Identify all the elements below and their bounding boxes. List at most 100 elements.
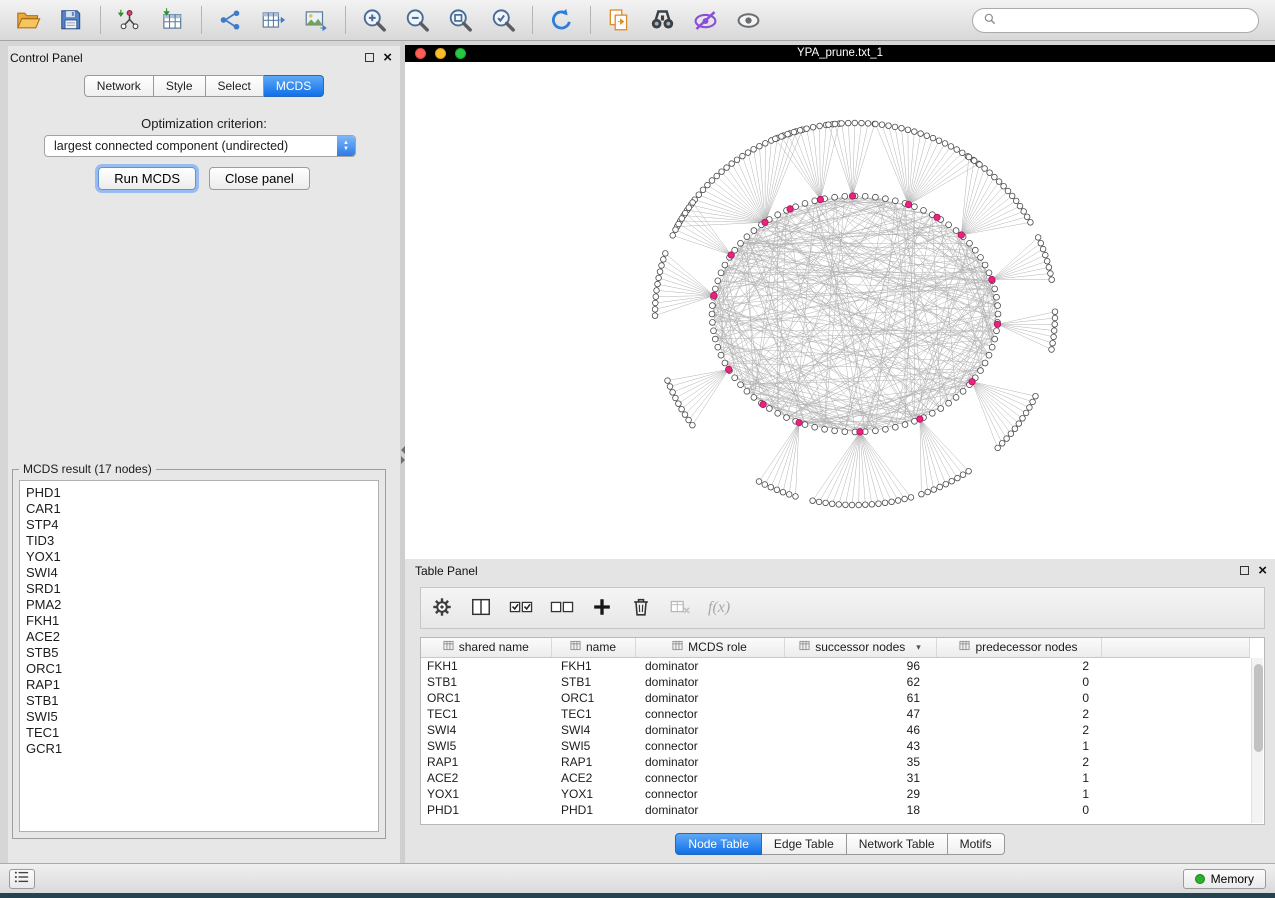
toolbar-separator xyxy=(590,6,591,34)
column-header-name[interactable]: name xyxy=(551,638,635,657)
tab-mcds[interactable]: MCDS xyxy=(264,75,324,97)
column-header-mcds-role[interactable]: MCDS role xyxy=(635,638,784,657)
close-panel-icon[interactable]: × xyxy=(383,49,392,66)
maximize-window-icon[interactable] xyxy=(455,48,466,59)
search-input[interactable] xyxy=(1003,13,1248,27)
tab-motifs[interactable]: Motifs xyxy=(948,833,1005,855)
mcds-result-item[interactable]: SWI5 xyxy=(20,709,378,725)
network-canvas[interactable] xyxy=(405,62,1275,559)
collapse-right-icon[interactable] xyxy=(401,456,405,464)
save-session-button[interactable] xyxy=(53,2,89,38)
zoom-in-button[interactable] xyxy=(356,2,392,38)
tab-network[interactable]: Network xyxy=(84,75,154,97)
mcds-result-item[interactable]: PHD1 xyxy=(20,485,378,501)
mcds-result-item[interactable]: STB1 xyxy=(20,693,378,709)
mcds-result-item[interactable]: GCR1 xyxy=(20,741,378,757)
table-row[interactable]: ORC1ORC1dominator610 xyxy=(421,690,1250,706)
zoom-fit-button[interactable] xyxy=(442,2,478,38)
column-header-successor-nodes[interactable]: successor nodes▾ xyxy=(784,638,936,657)
minimize-window-icon[interactable] xyxy=(435,48,446,59)
close-window-icon[interactable] xyxy=(415,48,426,59)
mcds-result-item[interactable]: ORC1 xyxy=(20,661,378,677)
run-mcds-button[interactable]: Run MCDS xyxy=(98,167,196,190)
import-network-button[interactable] xyxy=(111,2,147,38)
network-graph[interactable] xyxy=(405,62,1275,559)
add-column-button[interactable] xyxy=(591,596,613,621)
export-network-button[interactable] xyxy=(212,2,248,38)
mcds-result-item[interactable]: STB5 xyxy=(20,645,378,661)
table-row[interactable]: FKH1FKH1dominator962 xyxy=(421,657,1250,674)
column-header-shared-name[interactable]: shared name xyxy=(421,638,551,657)
menu-button[interactable] xyxy=(9,869,35,889)
sort-indicator-icon[interactable]: ▾ xyxy=(916,642,921,653)
collapse-left-icon[interactable] xyxy=(401,446,405,454)
select-all-button[interactable] xyxy=(509,596,533,621)
mcds-result-item[interactable]: RAP1 xyxy=(20,677,378,693)
tab-network-table[interactable]: Network Table xyxy=(847,833,948,855)
mcds-result-title: MCDS result (17 nodes) xyxy=(19,462,156,476)
table-row[interactable]: ACE2ACE2connector311 xyxy=(421,770,1250,786)
show-columns-button[interactable] xyxy=(470,596,492,621)
find-button[interactable] xyxy=(644,2,680,38)
table-cell: 0 xyxy=(936,690,1101,706)
table-row[interactable]: STB1STB1dominator620 xyxy=(421,674,1250,690)
memory-button[interactable]: Memory xyxy=(1183,869,1266,889)
table-cell-filler xyxy=(1101,786,1250,802)
table-cell-filler xyxy=(1101,802,1250,818)
mcds-result-item[interactable]: CAR1 xyxy=(20,501,378,517)
refresh-button[interactable] xyxy=(543,2,579,38)
table-row[interactable]: TEC1TEC1connector472 xyxy=(421,706,1250,722)
table-cell: 1 xyxy=(936,738,1101,754)
zoom-out-button[interactable] xyxy=(399,2,435,38)
mcds-result-list[interactable]: PHD1CAR1STP4TID3YOX1SWI4SRD1PMA2FKH1ACE2… xyxy=(19,480,379,832)
table-cell-filler xyxy=(1101,657,1250,674)
table-cell: YOX1 xyxy=(551,786,635,802)
close-panel-button[interactable]: Close panel xyxy=(209,167,310,190)
table-row[interactable]: SWI4SWI4dominator462 xyxy=(421,722,1250,738)
mcds-result-item[interactable]: TID3 xyxy=(20,533,378,549)
export-table-button[interactable] xyxy=(255,2,291,38)
tab-edge-table[interactable]: Edge Table xyxy=(762,833,847,855)
hide-details-button[interactable] xyxy=(687,2,723,38)
tab-style[interactable]: Style xyxy=(154,75,206,97)
open-session-button[interactable] xyxy=(10,2,46,38)
mcds-result-item[interactable]: PMA2 xyxy=(20,597,378,613)
mcds-result-item[interactable]: YOX1 xyxy=(20,549,378,565)
table-cell: ORC1 xyxy=(551,690,635,706)
tab-node-table[interactable]: Node Table xyxy=(675,833,762,855)
mcds-result-item[interactable]: STP4 xyxy=(20,517,378,533)
mcds-result-item[interactable]: TEC1 xyxy=(20,725,378,741)
table-row[interactable]: RAP1RAP1dominator352 xyxy=(421,754,1250,770)
zoom-selected-button[interactable] xyxy=(485,2,521,38)
tab-select[interactable]: Select xyxy=(206,75,264,97)
table-cell: 1 xyxy=(936,786,1101,802)
select-stepper-icon: ▲▼ xyxy=(337,136,355,156)
search-box[interactable] xyxy=(972,8,1259,33)
table-cell: 2 xyxy=(936,657,1101,674)
deselect-all-button[interactable] xyxy=(550,596,574,621)
import-table-button[interactable] xyxy=(154,2,190,38)
mcds-result-item[interactable]: ACE2 xyxy=(20,629,378,645)
float-panel-icon[interactable] xyxy=(365,53,374,62)
close-table-panel-icon[interactable]: × xyxy=(1258,562,1267,579)
scrollbar-thumb[interactable] xyxy=(1254,664,1263,752)
network-window-titlebar[interactable]: YPA_prune.txt_1 xyxy=(405,45,1275,62)
table-cell: ACE2 xyxy=(421,770,551,786)
mcds-result-item[interactable]: SWI4 xyxy=(20,565,378,581)
delete-column-button[interactable] xyxy=(630,596,652,621)
table-row[interactable]: SWI5SWI5connector431 xyxy=(421,738,1250,754)
column-header-label: name xyxy=(586,640,616,654)
column-header-predecessor-nodes[interactable]: predecessor nodes xyxy=(936,638,1101,657)
criterion-select[interactable]: largest connected component (undirected)… xyxy=(44,135,356,157)
mcds-result-item[interactable]: SRD1 xyxy=(20,581,378,597)
table-row[interactable]: YOX1YOX1connector291 xyxy=(421,786,1250,802)
show-details-button[interactable] xyxy=(730,2,766,38)
export-image-button[interactable] xyxy=(298,2,334,38)
table-settings-button[interactable] xyxy=(431,596,453,621)
float-table-panel-icon[interactable] xyxy=(1240,566,1249,575)
table-scrollbar[interactable] xyxy=(1251,658,1263,823)
clone-network-button[interactable] xyxy=(601,2,637,38)
table-cell: connector xyxy=(635,786,784,802)
table-row[interactable]: PHD1PHD1dominator180 xyxy=(421,802,1250,818)
mcds-result-item[interactable]: FKH1 xyxy=(20,613,378,629)
